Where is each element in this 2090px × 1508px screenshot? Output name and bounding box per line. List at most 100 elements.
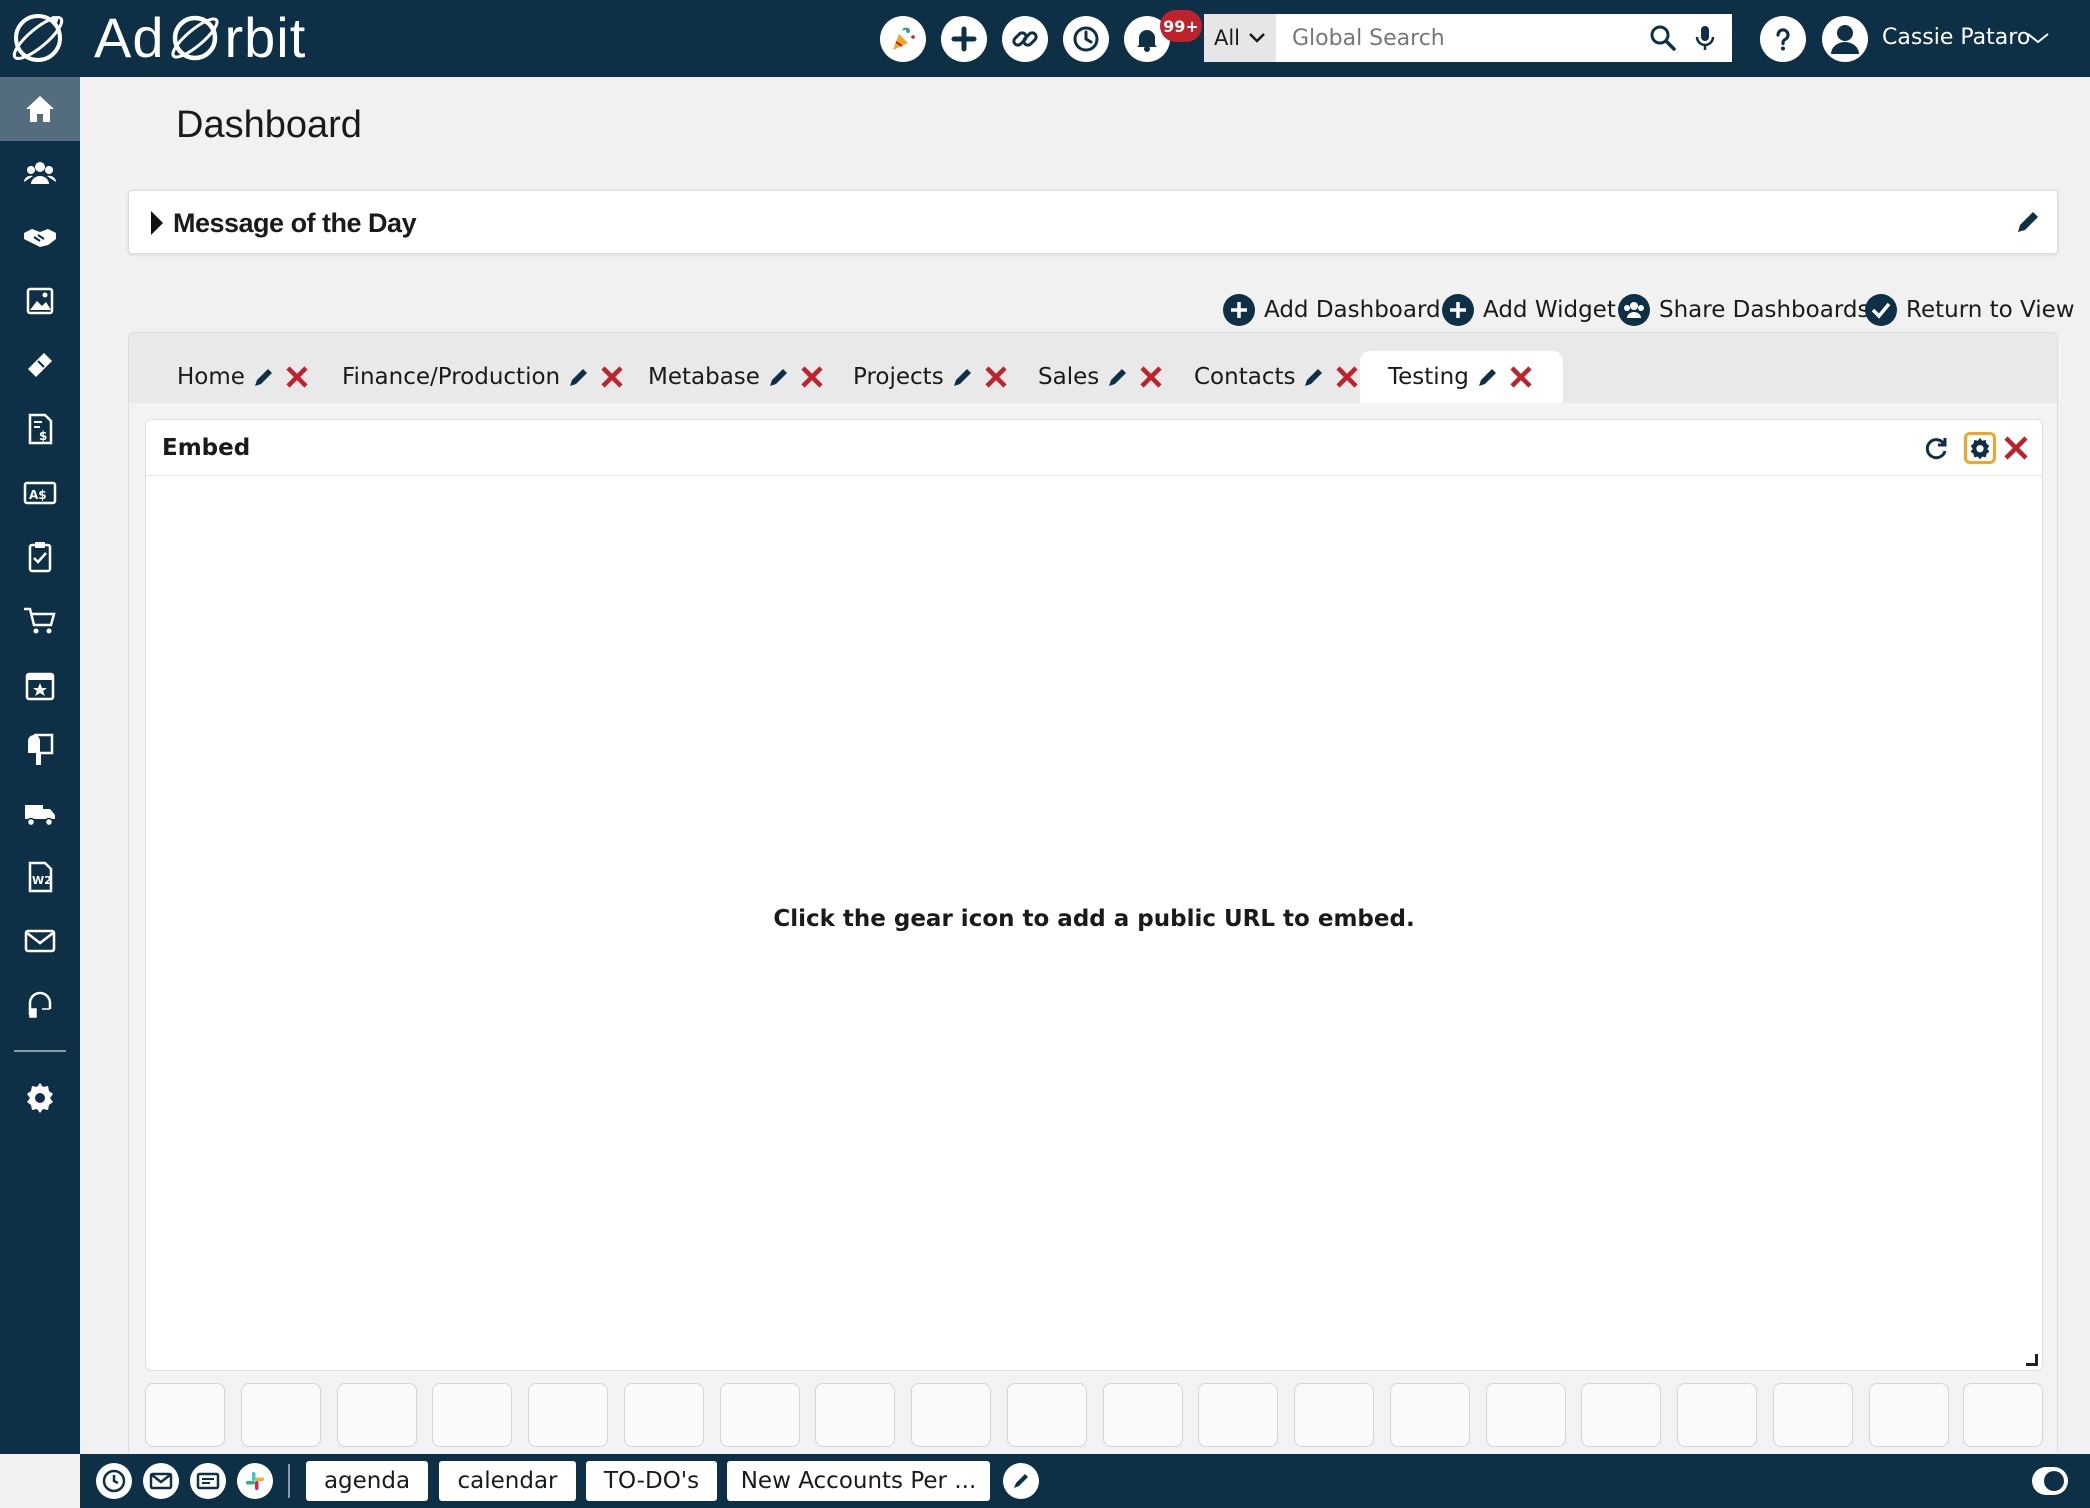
brand-logo[interactable]: Ad rbit [94, 4, 306, 72]
email-button[interactable] [190, 1463, 226, 1499]
caret-right-icon[interactable] [149, 209, 165, 237]
help-button[interactable] [1760, 16, 1806, 62]
close-icon[interactable] [598, 363, 626, 391]
widget-slot[interactable] [1581, 1383, 1661, 1447]
widget-slot[interactable] [337, 1383, 417, 1447]
pencil-icon[interactable] [766, 364, 792, 390]
pencil-icon[interactable] [950, 364, 976, 390]
close-icon[interactable] [1507, 363, 1535, 391]
slack-button[interactable] [237, 1463, 273, 1499]
chip-new-accounts[interactable]: New Accounts Per ... [727, 1461, 990, 1501]
party-button[interactable] [880, 16, 926, 62]
search-input[interactable] [1276, 14, 1648, 62]
edit-shortcuts-button[interactable] [1003, 1463, 1039, 1499]
widget-slot[interactable] [1390, 1383, 1470, 1447]
pencil-icon[interactable] [2013, 207, 2043, 237]
link-icon [1012, 31, 1038, 47]
close-icon[interactable] [798, 363, 826, 391]
tab-sales[interactable]: Sales [1038, 351, 1165, 403]
sidebar-item-billing[interactable]: A$ [0, 461, 80, 525]
widget-settings-button[interactable] [1964, 432, 1996, 464]
share-dashboards-button[interactable]: Share Dashboards [1617, 292, 1869, 328]
pencil-icon[interactable] [1105, 364, 1131, 390]
mail-button[interactable] [143, 1463, 179, 1499]
sidebar-item-deals[interactable] [0, 205, 80, 269]
widget-slot[interactable] [624, 1383, 704, 1447]
sidebar-item-contacts[interactable] [0, 141, 80, 205]
sidebar-item-invoices[interactable]: $ [0, 397, 80, 461]
widget-slot[interactable] [528, 1383, 608, 1447]
widget-slot[interactable] [720, 1383, 800, 1447]
widget-slot[interactable] [1963, 1383, 2043, 1447]
close-icon[interactable] [1333, 363, 1361, 391]
handshake-icon [24, 229, 56, 247]
sidebar-item-mail[interactable] [0, 909, 80, 973]
sidebar-item-home[interactable] [0, 77, 80, 141]
remove-widget-button[interactable] [2000, 432, 2032, 464]
sidebar-item-tax-forms[interactable]: W2 [0, 845, 80, 909]
widget-slot[interactable] [241, 1383, 321, 1447]
widget-slot[interactable] [1007, 1383, 1087, 1447]
widget-slot[interactable] [815, 1383, 895, 1447]
tab-home[interactable]: Home [177, 351, 311, 403]
links-button[interactable] [1002, 16, 1048, 62]
pencil-icon[interactable] [1475, 364, 1501, 390]
sidebar-item-support[interactable] [0, 973, 80, 1037]
widget-slot[interactable] [1103, 1383, 1183, 1447]
close-icon[interactable] [283, 363, 311, 391]
pencil-icon[interactable] [1301, 364, 1327, 390]
add-widget-button[interactable]: Add Widget [1441, 292, 1616, 328]
chip-calendar[interactable]: calendar [439, 1461, 576, 1501]
user-menu-chevron-icon[interactable] [2026, 28, 2050, 48]
add-dashboard-button[interactable]: Add Dashboard [1222, 292, 1441, 328]
sidebar-item-media[interactable] [0, 269, 80, 333]
sidebar-item-settings[interactable] [0, 1065, 80, 1129]
search-scope-select[interactable]: All [1204, 14, 1276, 62]
notification-count-badge: 99+ [1160, 10, 1202, 42]
search-icon[interactable] [1648, 23, 1678, 53]
add-button[interactable] [941, 16, 987, 62]
sidebar-item-events[interactable] [0, 653, 80, 717]
widget-slot[interactable] [911, 1383, 991, 1447]
clock-button[interactable] [96, 1463, 132, 1499]
toggle-icon[interactable] [2032, 1467, 2068, 1495]
widget-slot[interactable] [1198, 1383, 1278, 1447]
sidebar-item-tickets[interactable] [0, 333, 80, 397]
sidebar-item-tasks[interactable] [0, 525, 80, 589]
pencil-icon[interactable] [251, 364, 277, 390]
microphone-icon[interactable] [1690, 23, 1720, 53]
chip-agenda[interactable]: agenda [306, 1461, 428, 1501]
sidebar-item-orders[interactable] [0, 589, 80, 653]
tab-finance-production[interactable]: Finance/Production [342, 351, 626, 403]
close-icon[interactable] [982, 363, 1010, 391]
home-icon [26, 96, 54, 122]
widget-slot[interactable] [432, 1383, 512, 1447]
close-icon[interactable] [1137, 363, 1165, 391]
tab-metabase[interactable]: Metabase [648, 351, 826, 403]
pencil-icon[interactable] [566, 364, 592, 390]
tab-label: Projects [853, 364, 944, 390]
widget-slot[interactable] [145, 1383, 225, 1447]
sidebar-item-delivery[interactable] [0, 781, 80, 845]
orbit-logo-icon[interactable] [8, 8, 68, 68]
return-to-view-button[interactable]: Return to View [1864, 292, 2075, 328]
widget-slot[interactable] [1869, 1383, 1949, 1447]
tab-projects[interactable]: Projects [853, 351, 1010, 403]
resize-handle[interactable] [2026, 1354, 2038, 1366]
tab-contacts[interactable]: Contacts [1194, 351, 1361, 403]
avatar[interactable] [1822, 16, 1868, 62]
widget-slot[interactable] [1294, 1383, 1374, 1447]
plus-circle-icon [1223, 294, 1255, 326]
refresh-button[interactable] [1920, 432, 1952, 464]
user-name[interactable]: Cassie Pataro [1882, 20, 2030, 56]
widget-slot[interactable] [1486, 1383, 1566, 1447]
sidebar-item-mailbox[interactable] [0, 717, 80, 781]
history-button[interactable] [1063, 16, 1109, 62]
message-of-the-day-panel[interactable]: Message of the Day [128, 190, 2058, 254]
clipboard-icon [28, 542, 52, 573]
tab-testing[interactable]: Testing [1360, 351, 1563, 403]
widget-slot[interactable] [1773, 1383, 1853, 1447]
chip-todos[interactable]: TO-DO's [586, 1461, 717, 1501]
billing-icon: A$ [23, 481, 57, 505]
widget-slot[interactable] [1677, 1383, 1757, 1447]
